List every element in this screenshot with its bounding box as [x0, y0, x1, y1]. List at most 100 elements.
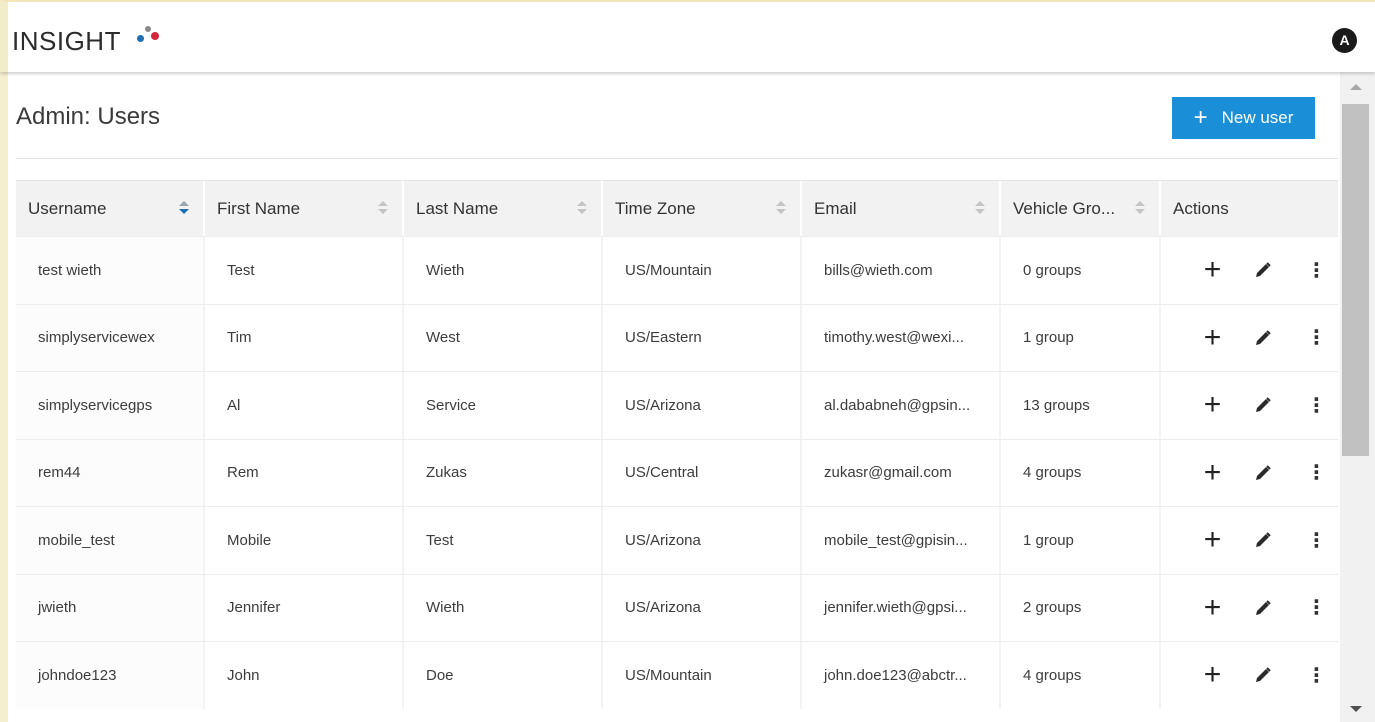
- top-bar: INSIGHT A: [0, 0, 1375, 72]
- cell-last-name: Doe: [404, 642, 603, 709]
- edit-pencil-icon[interactable]: [1238, 318, 1289, 358]
- cell-actions: + ⋮: [1161, 237, 1338, 304]
- vertical-scrollbar[interactable]: [1340, 72, 1375, 722]
- cell-email: bills@wieth.com: [802, 237, 1001, 304]
- add-icon[interactable]: +: [1187, 588, 1238, 628]
- scroll-down-icon[interactable]: [1350, 706, 1362, 712]
- table-body: test wieth Test Wieth US/Mountain bills@wiet…: [16, 236, 1338, 709]
- add-icon[interactable]: +: [1187, 385, 1238, 425]
- cell-username: johndoe123: [16, 642, 205, 709]
- table-row[interactable]: simplyservicegps Al Service US/Arizona al.da…: [16, 371, 1338, 439]
- cell-username: simplyservicegps: [16, 372, 205, 439]
- more-vertical-icon[interactable]: ⋮: [1295, 318, 1338, 358]
- cell-vehicle-groups: 4 groups: [1001, 642, 1161, 709]
- cell-last-name: Test: [404, 507, 603, 574]
- cell-time-zone: US/Mountain: [603, 642, 802, 709]
- cell-vehicle-groups: 4 groups: [1001, 439, 1161, 506]
- page-title: Admin: Users: [16, 103, 161, 130]
- cell-email: timothy.west@wexi...: [802, 304, 1001, 371]
- column-header-username[interactable]: Username: [16, 181, 205, 236]
- edit-pencil-icon[interactable]: [1238, 655, 1289, 695]
- user-avatar[interactable]: A: [1332, 28, 1357, 53]
- column-label: Last Name: [416, 198, 499, 218]
- edit-pencil-icon[interactable]: [1238, 250, 1289, 290]
- app-logo[interactable]: INSIGHT: [12, 26, 121, 57]
- cell-email: zukasr@gmail.com: [802, 439, 1001, 506]
- column-header-actions: Actions: [1161, 181, 1338, 236]
- scrollbar-thumb[interactable]: [1342, 104, 1369, 456]
- column-label: Actions: [1173, 198, 1229, 218]
- cell-actions: + ⋮: [1161, 305, 1338, 372]
- cell-actions: + ⋮: [1161, 440, 1338, 507]
- sort-icon[interactable]: [776, 199, 786, 217]
- cell-time-zone: US/Eastern: [603, 304, 802, 371]
- cell-email: al.dababneh@gpsin...: [802, 372, 1001, 439]
- cell-first-name: Rem: [205, 439, 404, 506]
- column-header-time-zone[interactable]: Time Zone: [603, 181, 802, 236]
- cell-first-name: John: [205, 642, 404, 709]
- cell-vehicle-groups: 1 group: [1001, 507, 1161, 574]
- cell-username: mobile_test: [16, 507, 205, 574]
- sort-icon[interactable]: [1135, 199, 1145, 217]
- cell-actions: + ⋮: [1161, 372, 1338, 439]
- logo-dots-icon: [135, 24, 161, 46]
- cell-username: simplyservicewex: [16, 304, 205, 371]
- cell-first-name: Mobile: [205, 507, 404, 574]
- edit-pencil-icon[interactable]: [1238, 385, 1289, 425]
- cell-vehicle-groups: 13 groups: [1001, 372, 1161, 439]
- table-row[interactable]: rem44 Rem Zukas US/Central zukasr@gmail.com 4…: [16, 438, 1338, 507]
- more-vertical-icon[interactable]: ⋮: [1295, 250, 1338, 290]
- column-label: First Name: [217, 198, 301, 218]
- edit-pencil-icon[interactable]: [1238, 520, 1289, 560]
- column-label: Vehicle Gro...: [1013, 198, 1116, 218]
- column-label: Email: [814, 198, 857, 218]
- cell-username: rem44: [16, 439, 205, 506]
- new-user-label: New user: [1221, 108, 1294, 127]
- cell-email: jennifer.wieth@gpsi...: [802, 574, 1001, 641]
- edit-pencil-icon[interactable]: [1238, 453, 1289, 493]
- new-user-button[interactable]: + New user: [1172, 97, 1315, 139]
- sort-icon[interactable]: [975, 199, 985, 217]
- cell-actions: + ⋮: [1161, 642, 1338, 709]
- cell-username: test wieth: [16, 237, 205, 304]
- cell-email: john.doe123@abctr...: [802, 642, 1001, 709]
- column-header-email[interactable]: Email: [802, 181, 1001, 236]
- column-header-vehicle-groups[interactable]: Vehicle Gro...: [1001, 181, 1161, 236]
- column-header-last-name[interactable]: Last Name: [404, 181, 603, 236]
- cell-first-name: Tim: [205, 304, 404, 371]
- add-icon[interactable]: +: [1187, 250, 1238, 290]
- table-row[interactable]: test wieth Test Wieth US/Mountain bills@wiet…: [16, 236, 1338, 304]
- cell-time-zone: US/Central: [603, 439, 802, 506]
- add-icon[interactable]: +: [1187, 655, 1238, 695]
- cell-username: jwieth: [16, 574, 205, 641]
- divider: [16, 158, 1338, 159]
- sort-icon[interactable]: [577, 199, 587, 217]
- cell-vehicle-groups: 2 groups: [1001, 574, 1161, 641]
- add-icon[interactable]: +: [1187, 520, 1238, 560]
- plus-icon: +: [1193, 104, 1208, 131]
- more-vertical-icon[interactable]: ⋮: [1295, 655, 1338, 695]
- cell-actions: + ⋮: [1161, 575, 1338, 642]
- table-row[interactable]: jwieth Jennifer Wieth US/Arizona jennifer.wi…: [16, 573, 1338, 642]
- sort-descending-icon[interactable]: [179, 199, 189, 217]
- cell-last-name: Service: [404, 372, 603, 439]
- column-label: Username: [28, 198, 107, 218]
- table-row[interactable]: simplyservicewex Tim West US/Eastern timothy…: [16, 303, 1338, 372]
- add-icon[interactable]: +: [1187, 453, 1238, 493]
- more-vertical-icon[interactable]: ⋮: [1295, 385, 1338, 425]
- cell-vehicle-groups: 0 groups: [1001, 237, 1161, 304]
- table-row[interactable]: johndoe123 John Doe US/Mountain john.doe123@…: [16, 641, 1338, 709]
- cell-time-zone: US/Arizona: [603, 507, 802, 574]
- cell-first-name: Jennifer: [205, 574, 404, 641]
- edit-pencil-icon[interactable]: [1238, 588, 1289, 628]
- cell-last-name: Wieth: [404, 574, 603, 641]
- sort-icon[interactable]: [378, 199, 388, 217]
- more-vertical-icon[interactable]: ⋮: [1295, 588, 1338, 628]
- more-vertical-icon[interactable]: ⋮: [1295, 453, 1338, 493]
- cell-actions: + ⋮: [1161, 507, 1338, 574]
- scroll-up-icon[interactable]: [1350, 84, 1362, 90]
- column-header-first-name[interactable]: First Name: [205, 181, 404, 236]
- more-vertical-icon[interactable]: ⋮: [1295, 520, 1338, 560]
- table-row[interactable]: mobile_test Mobile Test US/Arizona mobile_te…: [16, 506, 1338, 574]
- add-icon[interactable]: +: [1187, 318, 1238, 358]
